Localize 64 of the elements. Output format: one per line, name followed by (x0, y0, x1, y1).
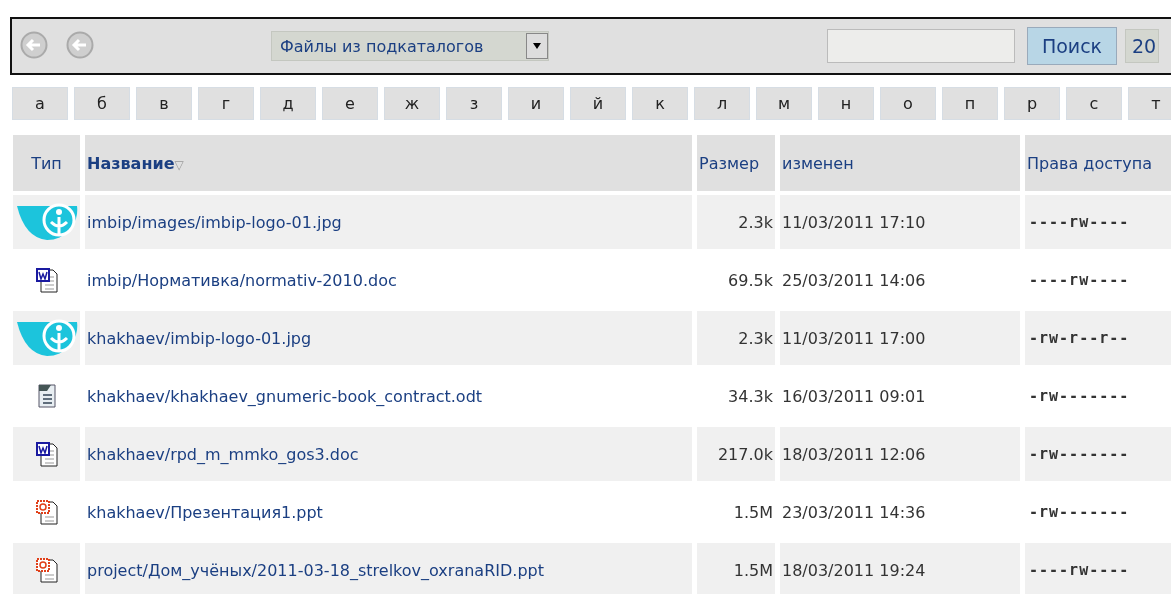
table-cell-text: ----rw---- (1028, 270, 1131, 291)
logo-thumbnail-icon (14, 318, 79, 358)
table-cell: 18/03/2011 19:24 (780, 543, 1020, 594)
letter-button[interactable]: с (1066, 87, 1122, 120)
file-link[interactable]: imbip/Нормативка/normativ-2010.doc (87, 270, 397, 290)
letter-button[interactable]: е (322, 87, 378, 120)
table-cell-text: 16/03/2011 09:01 (781, 385, 927, 408)
table-cell: 2.3k (697, 311, 775, 365)
letter-button[interactable]: л (694, 87, 750, 120)
letter-button[interactable]: т (1128, 87, 1171, 120)
file-link[interactable]: khakhaev/khakhaev_gnumeric-book_contract.odt (87, 386, 483, 406)
table-cell-text: 1.5M (732, 501, 774, 524)
letter-button[interactable]: п (942, 87, 998, 120)
letter-button[interactable]: д (260, 87, 316, 120)
page-size-field[interactable]: 20 (1125, 29, 1160, 63)
letter-button[interactable]: в (136, 87, 192, 120)
table-cell: 1.5M (697, 543, 775, 594)
column-header[interactable]: изменен (780, 135, 1020, 191)
file-link[interactable]: khakhaev/rpd_m_mmko_gos3.doc (87, 444, 359, 464)
search-field[interactable] (827, 29, 1015, 63)
file-link[interactable]: khakhaev/imbip-logo-01.jpg (87, 328, 312, 348)
letter-button[interactable]: б (74, 87, 130, 120)
column-header[interactable]: Размер (697, 135, 775, 191)
caret-icon (526, 33, 548, 59)
letter-button[interactable]: и (508, 87, 564, 120)
column-header[interactable]: Название▽ (85, 135, 692, 191)
table-cell-text: -rw------- (1028, 502, 1131, 523)
document-icon (34, 441, 59, 467)
table-cell-text: 23/03/2011 14:36 (781, 501, 927, 524)
letter-button[interactable]: м (756, 87, 812, 120)
column-header[interactable]: Тип (13, 135, 80, 191)
letter-button[interactable]: а (12, 87, 68, 120)
column-header[interactable]: Права доступа (1025, 135, 1171, 191)
table-cell: -rw-r--r-- (1025, 311, 1171, 365)
table-cell-text: 25/03/2011 14:06 (781, 269, 927, 292)
table-cell-text: -rw------- (1028, 386, 1131, 407)
letter-button[interactable]: о (880, 87, 936, 120)
table-cell-text: 69.5k (727, 269, 774, 292)
table-cell: -rw------- (1025, 427, 1171, 481)
filter-dropdown[interactable]: Файлы из подкаталогов (271, 31, 549, 61)
presentation-icon (34, 499, 59, 525)
table-cell: 18/03/2011 12:06 (780, 427, 1020, 481)
table-cell: 2.3k (697, 195, 775, 249)
letter-button[interactable]: н (818, 87, 874, 120)
back-arrow-button[interactable] (66, 31, 96, 61)
search-button[interactable]: Поиск (1027, 27, 1117, 65)
table-cell: ----rw---- (1025, 543, 1171, 594)
document-icon (34, 267, 59, 293)
file-link[interactable]: imbip/images/imbip-logo-01.jpg (87, 212, 342, 232)
table-cell: 11/03/2011 17:00 (780, 311, 1020, 365)
back-arrow-button[interactable] (20, 31, 50, 61)
table-cell-text: 34.3k (727, 385, 774, 408)
file-link[interactable]: khakhaev/Презентация1.ppt (87, 502, 323, 522)
presentation-icon (34, 557, 59, 583)
letter-button[interactable]: з (446, 87, 502, 120)
table-cell: 217.0k (697, 427, 775, 481)
letter-button[interactable]: г (198, 87, 254, 120)
letter-button[interactable]: к (632, 87, 688, 120)
logo-thumbnail-icon (14, 202, 79, 242)
letter-button[interactable]: ж (384, 87, 440, 120)
table-cell: 11/03/2011 17:10 (780, 195, 1020, 249)
letter-button[interactable]: р (1004, 87, 1060, 120)
table-cell: ----rw---- (1025, 195, 1171, 249)
letter-button[interactable]: й (570, 87, 626, 120)
